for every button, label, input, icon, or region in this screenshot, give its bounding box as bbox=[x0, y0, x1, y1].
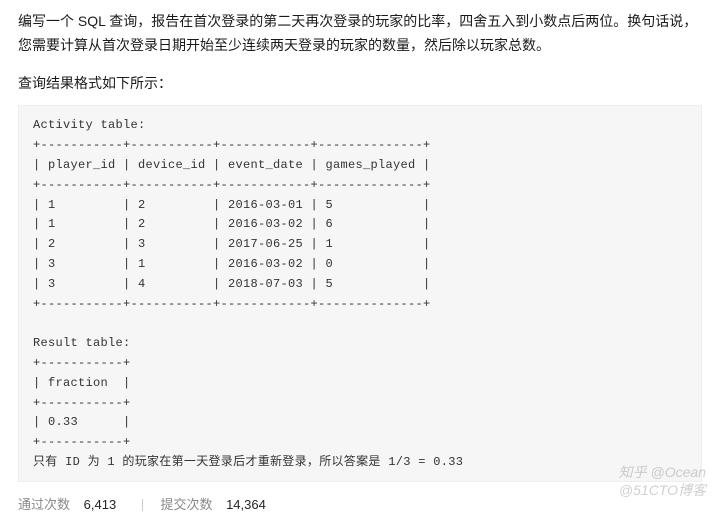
submit-count-value: 14,364 bbox=[226, 497, 266, 512]
submit-count-label: 提交次数 bbox=[160, 497, 212, 512]
result-format-label: 查询结果格式如下所示： bbox=[18, 72, 702, 96]
stats-bar: 通过次数 6,413 提交次数 14,364 bbox=[18, 482, 702, 524]
pass-count-value: 6,413 bbox=[84, 497, 117, 512]
pass-count-label: 通过次数 bbox=[18, 497, 70, 512]
example-code-block: Activity table: +-----------+-----------… bbox=[18, 105, 702, 481]
pass-count: 通过次数 6,413 bbox=[18, 494, 116, 516]
stats-divider bbox=[142, 499, 143, 511]
submit-count: 提交次数 14,364 bbox=[160, 494, 265, 516]
problem-description: 编写一个 SQL 查询，报告在首次登录的第二天再次登录的玩家的比率，四舍五入到小… bbox=[18, 10, 702, 58]
